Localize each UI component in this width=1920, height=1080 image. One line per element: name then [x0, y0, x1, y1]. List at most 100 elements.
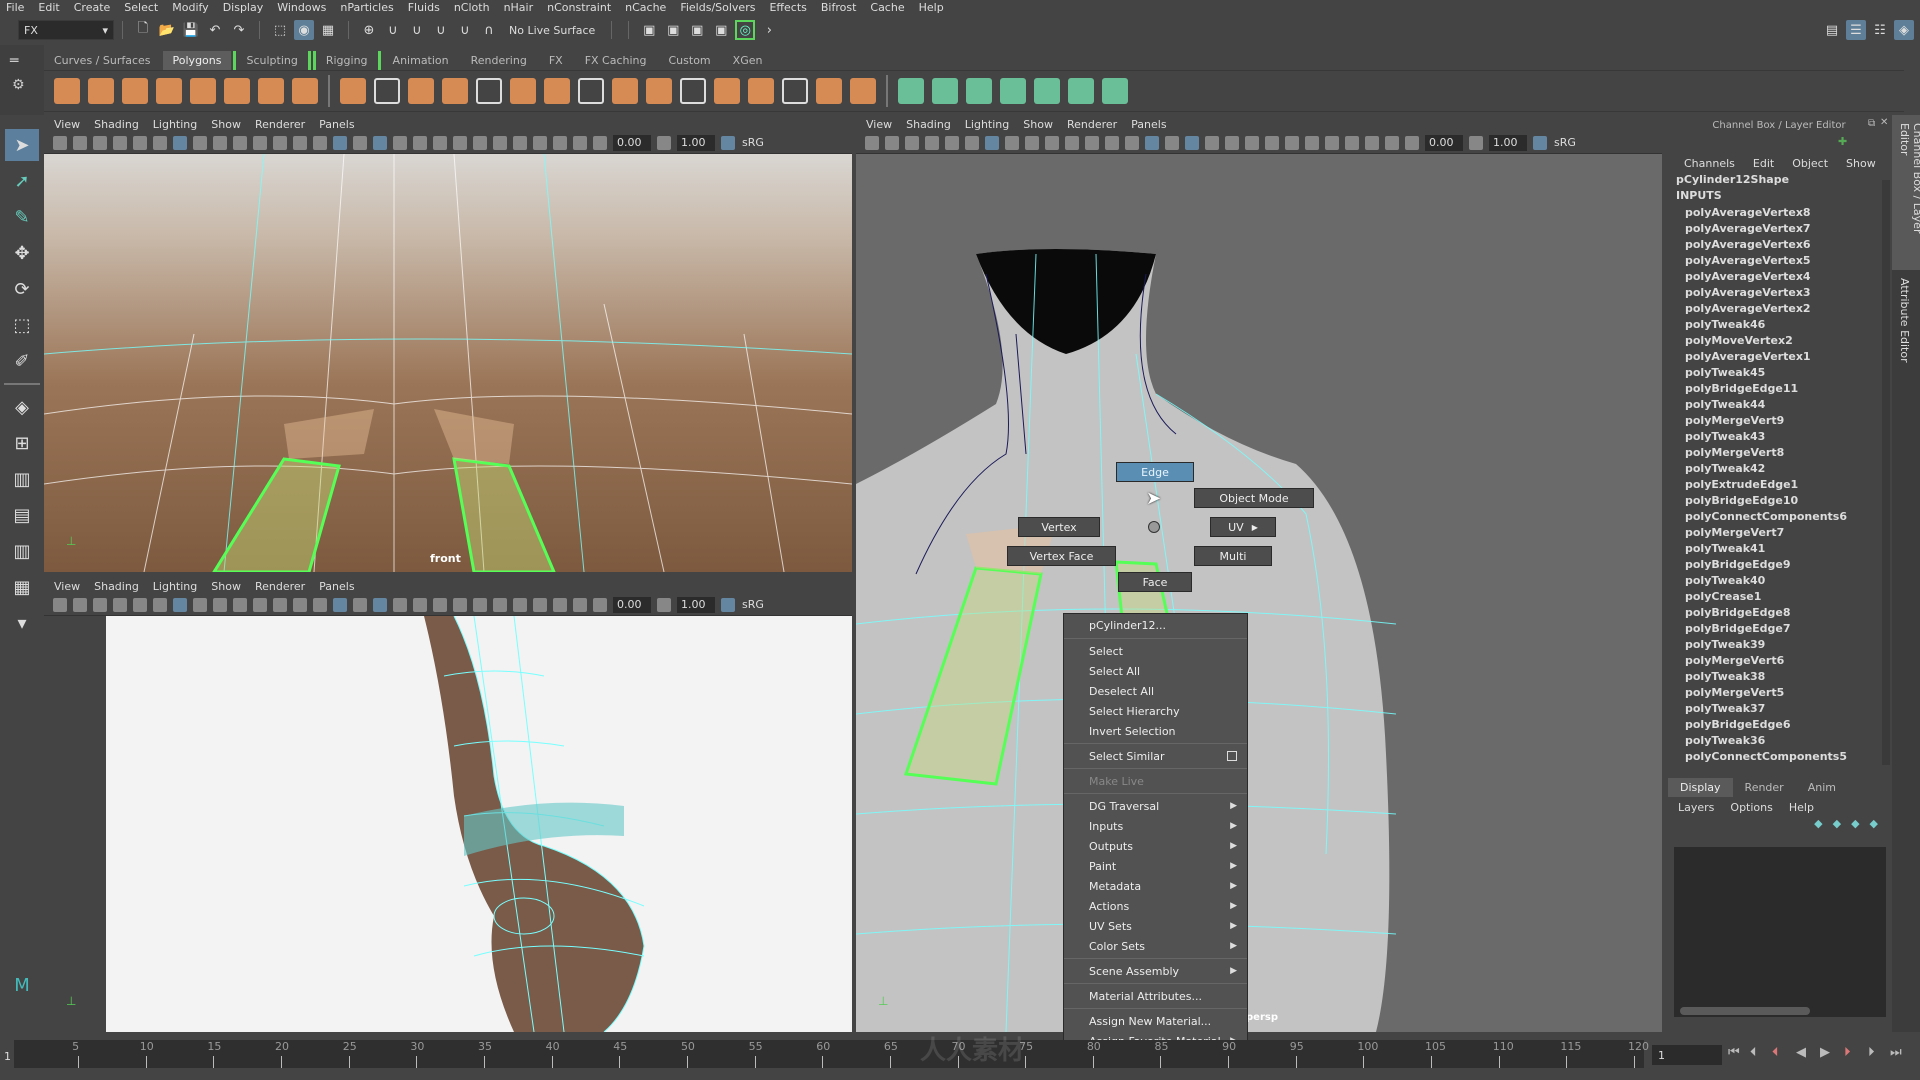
bevel-icon[interactable]: [680, 78, 706, 104]
input-node-item[interactable]: polyAverageVertex3: [1668, 285, 1890, 301]
xray-icon[interactable]: [553, 597, 567, 612]
menu-fluids[interactable]: Fluids: [408, 1, 440, 14]
grid-icon[interactable]: [985, 135, 999, 150]
menu-file[interactable]: File: [6, 1, 24, 14]
input-node-item[interactable]: polyConnectComponents5: [1668, 749, 1890, 765]
snap-point-icon[interactable]: ∪: [407, 20, 427, 40]
menu-help[interactable]: Help: [1789, 801, 1814, 814]
input-node-item[interactable]: polyBridgeEdge11: [1668, 381, 1890, 397]
panel-menu-panels[interactable]: Panels: [319, 580, 354, 593]
input-node-item[interactable]: polyTweak37: [1668, 701, 1890, 717]
persp-outliner-graph-layout-icon[interactable]: ▦: [5, 571, 39, 603]
depth-of-field-icon[interactable]: [513, 135, 527, 150]
2d-pan-zoom-icon[interactable]: [133, 597, 147, 612]
edge-loop-icon[interactable]: [748, 78, 774, 104]
menu-ncache[interactable]: nCache: [625, 1, 666, 14]
step-forward-frame-icon[interactable]: ⏵: [1868, 1045, 1875, 1060]
step-back-frame-icon[interactable]: ⏴: [1750, 1045, 1757, 1060]
safe-action-icon[interactable]: [273, 135, 287, 150]
automatic-uv-icon[interactable]: [1000, 78, 1026, 104]
snap-curve-icon[interactable]: ∪: [383, 20, 403, 40]
channel-box-scrollbar[interactable]: [1882, 180, 1890, 765]
exposure-field[interactable]: 0.00: [1425, 134, 1463, 151]
context-menu-item-deselect-all[interactable]: Deselect All: [1064, 681, 1247, 701]
extrude-icon[interactable]: [612, 78, 638, 104]
multi-cut-icon[interactable]: [578, 78, 604, 104]
panel-menu-lighting[interactable]: Lighting: [965, 118, 1009, 131]
motion-blur-icon[interactable]: [473, 135, 487, 150]
context-menu-item-dg-traversal[interactable]: DG Traversal ▶: [1064, 796, 1247, 816]
film-gate-icon[interactable]: [193, 597, 207, 612]
input-node-item[interactable]: polyMergeVert6: [1668, 653, 1890, 669]
use-default-material-icon[interactable]: [353, 597, 367, 612]
image-plane-icon[interactable]: [113, 135, 127, 150]
last-tool-icon[interactable]: ✐: [5, 345, 39, 377]
input-node-item[interactable]: polyTweak46: [1668, 317, 1890, 333]
bridge-icon[interactable]: [646, 78, 672, 104]
panel-menu-shading[interactable]: Shading: [906, 118, 951, 131]
xray-active-components-icon[interactable]: [573, 597, 587, 612]
marking-menu-vertex-face[interactable]: Vertex Face: [1007, 546, 1116, 566]
smooth-icon[interactable]: [442, 78, 468, 104]
shelf-tab-fx[interactable]: FX: [539, 51, 573, 70]
isolate-select-icon[interactable]: [1345, 135, 1359, 150]
smooth-shade-icon[interactable]: [333, 135, 347, 150]
context-menu-item-outputs[interactable]: Outputs ▶: [1064, 836, 1247, 856]
custom-layout-icon[interactable]: ▾: [5, 607, 39, 639]
motion-blur-icon[interactable]: [1285, 135, 1299, 150]
move-layer-down-icon[interactable]: ◆: [1833, 817, 1841, 837]
ipr-render-icon[interactable]: ▣: [687, 20, 707, 40]
textured-icon[interactable]: [393, 135, 407, 150]
resolution-gate-icon[interactable]: [213, 135, 227, 150]
input-node-item[interactable]: polyAverageVertex6: [1668, 237, 1890, 253]
append-icon[interactable]: [714, 78, 740, 104]
isolate-select-icon[interactable]: [533, 597, 547, 612]
manipulator-icon[interactable]: ✚: [1838, 135, 1847, 148]
menu-ncloth[interactable]: nCloth: [454, 1, 490, 14]
option-box-icon[interactable]: [1227, 751, 1237, 761]
uv-editor-icon[interactable]: [1068, 78, 1094, 104]
attribute-editor-toggle-icon[interactable]: ☰: [1846, 20, 1866, 40]
smooth-shade-icon[interactable]: [333, 597, 347, 612]
xray-joints-icon[interactable]: [1405, 135, 1419, 150]
context-menu-item-material-attributes[interactable]: Material Attributes...: [1064, 986, 1247, 1006]
bookmark-icon[interactable]: [905, 135, 919, 150]
context-menu-item-color-sets[interactable]: Color Sets ▶: [1064, 936, 1247, 956]
panel-menu-show[interactable]: Show: [1023, 118, 1053, 131]
menu-modify[interactable]: Modify: [172, 1, 208, 14]
unfold-uv-icon[interactable]: [1034, 78, 1060, 104]
camera-select-icon[interactable]: [865, 135, 879, 150]
shelf-tab-rendering[interactable]: Rendering: [461, 51, 537, 70]
safe-action-icon[interactable]: [273, 597, 287, 612]
reduce-icon[interactable]: [544, 78, 570, 104]
panel-menu-renderer[interactable]: Renderer: [1067, 118, 1117, 131]
step-back-key-icon[interactable]: ⏴: [1772, 1045, 1779, 1060]
input-node-item[interactable]: polyMergeVert9: [1668, 413, 1890, 429]
input-node-item[interactable]: polyAverageVertex2: [1668, 301, 1890, 317]
resolution-gate-icon[interactable]: [1025, 135, 1039, 150]
field-chart-icon[interactable]: [1065, 135, 1079, 150]
redo-icon[interactable]: ↷: [229, 20, 249, 40]
context-menu-item-invert-selection[interactable]: Invert Selection: [1064, 721, 1247, 741]
input-node-item[interactable]: polyTweak38: [1668, 669, 1890, 685]
panel-menu-lighting[interactable]: Lighting: [153, 118, 197, 131]
save-scene-icon[interactable]: 💾: [181, 20, 201, 40]
input-node-item[interactable]: polyTweak43: [1668, 429, 1890, 445]
screen-space-ao-icon[interactable]: [1265, 135, 1279, 150]
input-node-item[interactable]: polyMergeVert5: [1668, 685, 1890, 701]
select-object-icon[interactable]: ◉: [294, 20, 314, 40]
menu-show[interactable]: Show: [1846, 157, 1876, 170]
four-pane-layout-icon[interactable]: ⊞: [5, 427, 39, 459]
marking-menu-object-mode[interactable]: Object Mode: [1194, 488, 1314, 508]
go-to-start-icon[interactable]: ⏮: [1728, 1045, 1740, 1060]
input-node-item[interactable]: polyTweak44: [1668, 397, 1890, 413]
xray-icon[interactable]: [1365, 135, 1379, 150]
context-menu-item-select[interactable]: Select: [1064, 641, 1247, 661]
open-scene-icon[interactable]: 📂: [157, 20, 177, 40]
motion-blur-icon[interactable]: [473, 597, 487, 612]
horizontal-scrollbar[interactable]: [1680, 1007, 1810, 1015]
shelf-tab-rigging[interactable]: Rigging: [312, 51, 381, 70]
shelf-tab-polygons[interactable]: Polygons: [162, 51, 232, 70]
new-layer-icon[interactable]: ◆: [1851, 817, 1859, 837]
input-node-item[interactable]: polyBridgeEdge7: [1668, 621, 1890, 637]
